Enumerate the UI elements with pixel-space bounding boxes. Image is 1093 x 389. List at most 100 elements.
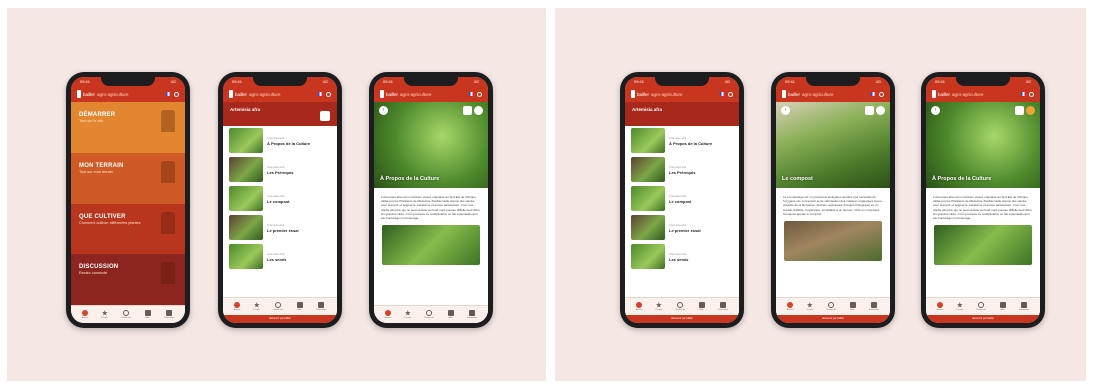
tab-aide[interactable]: Aide: [144, 310, 151, 319]
brand[interactable]: bailler agro-agriculture: [229, 90, 281, 98]
tab-accueil[interactable]: Accueil: [82, 310, 88, 319]
home-icon[interactable]: [320, 111, 330, 121]
status-signal: 4G: [473, 79, 479, 84]
tab-aide[interactable]: Aide: [296, 302, 303, 311]
tab-parametres[interactable]: Paramètres: [164, 310, 174, 319]
item-meta: Artemisia afra: [669, 251, 687, 256]
list-item[interactable]: Artemisia afra À Propos de la Culture: [223, 126, 337, 155]
back-button[interactable]: ‹: [931, 106, 940, 115]
detail-screen: 09:41 4G bailler agro-agriculture ‹ À Prop…: [926, 77, 1040, 323]
tab-accueil[interactable]: Accueil: [636, 302, 642, 311]
language-flag-icon[interactable]: [720, 92, 725, 96]
brand[interactable]: bailler agro-agriculture: [77, 90, 129, 98]
tab-recherche[interactable]: Recherche: [826, 302, 836, 311]
tab-parametres[interactable]: Paramètres: [718, 302, 728, 311]
home-icon: [233, 302, 240, 308]
language-flag-icon[interactable]: [469, 92, 474, 96]
gallery-icon[interactable]: [865, 106, 874, 115]
language-flag-icon[interactable]: [871, 92, 876, 96]
item-thumbnail: [229, 128, 263, 153]
brand-name: bailler: [788, 91, 801, 97]
tab-favoris[interactable]: Favoris: [806, 302, 814, 311]
favorite-icon[interactable]: [1026, 106, 1035, 115]
settings-icon[interactable]: [728, 91, 733, 97]
language-flag-icon[interactable]: [1021, 92, 1026, 96]
item-meta: Artemisia afra: [669, 193, 687, 198]
list-item[interactable]: Artemisia afra Le compost: [625, 184, 739, 213]
list-item[interactable]: Artemisia afra Les semis: [223, 242, 337, 271]
hero-image: ‹ À Propos de la Culture: [374, 102, 488, 188]
chat-illustration-icon: [161, 262, 175, 285]
item-title: Les semis: [267, 256, 287, 262]
list-item[interactable]: Artemisia afra Les Prérequis: [625, 155, 739, 184]
tab-recherche[interactable]: Recherche: [675, 302, 685, 311]
tab-bar: Accueil Favoris Recherche Aide Paramètre…: [625, 297, 739, 315]
language-flag-icon[interactable]: [166, 92, 171, 96]
menu-discussion[interactable]: DISCUSSION Restez connecté: [71, 254, 185, 305]
tab-accueil[interactable]: Accueil: [234, 302, 240, 311]
status-signal: 4G: [875, 79, 881, 84]
tab-accueil[interactable]: Accueil: [787, 302, 793, 311]
back-button[interactable]: ‹: [379, 106, 388, 115]
list-item[interactable]: Artemisia afra Le premier essai: [223, 213, 337, 242]
notch: [101, 77, 155, 86]
list-item[interactable]: Artemisia afra À Propos de la Culture: [625, 126, 739, 155]
menu-mon-terrain[interactable]: MON TERRAIN Tout sur mon terrain: [71, 152, 185, 204]
settings-icon[interactable]: [477, 91, 482, 97]
tab-aide[interactable]: Aide: [447, 310, 454, 319]
brand[interactable]: bailler agro-agriculture: [782, 90, 834, 98]
tab-aide[interactable]: Aide: [999, 302, 1006, 311]
settings-icon[interactable]: [879, 91, 884, 97]
tab-label: Favoris: [806, 309, 814, 311]
list-item[interactable]: Artemisia afra Le premier essai: [625, 213, 739, 242]
calendar-icon: [849, 302, 856, 308]
tab-favoris[interactable]: Favoris: [404, 310, 411, 319]
gallery-icon[interactable]: [1015, 106, 1024, 115]
list-content: Artemisia afra Artemisia afra À Propos de…: [223, 102, 337, 297]
settings-icon[interactable]: [1029, 91, 1034, 97]
tab-parametres[interactable]: Paramètres: [869, 302, 879, 311]
tab-recherche[interactable]: Recherche: [273, 302, 283, 311]
status-signal: 4G: [322, 79, 328, 84]
tab-parametres[interactable]: Paramètres: [316, 302, 326, 311]
tab-recherche[interactable]: Recherche: [424, 310, 434, 319]
article-photo: [784, 221, 882, 262]
gallery-icon[interactable]: [463, 106, 472, 115]
tab-parametres[interactable]: Paramètres: [467, 310, 477, 319]
settings-icon[interactable]: [326, 91, 331, 97]
gear-icon: [1021, 302, 1028, 308]
brand[interactable]: bailler agro-agriculture: [380, 90, 432, 98]
favorite-icon[interactable]: [876, 106, 885, 115]
status-time: 09:41: [634, 79, 645, 84]
tab-favoris[interactable]: Favoris: [102, 310, 108, 319]
menu-que-cultiver[interactable]: QUE CULTIVER Comment cultiver différentes…: [71, 203, 185, 255]
tab-recherche[interactable]: Recherche: [976, 302, 986, 311]
brand-name: bailler: [235, 91, 248, 97]
tab-aide[interactable]: Aide: [698, 302, 705, 311]
list-item[interactable]: Artemisia afra Le compost: [223, 184, 337, 213]
tab-recherche[interactable]: Recherche: [121, 310, 131, 319]
back-button[interactable]: ‹: [781, 106, 790, 115]
settings-icon[interactable]: [174, 91, 179, 97]
brand[interactable]: bailler agro-agriculture: [932, 90, 984, 98]
tab-aide[interactable]: Aide: [849, 302, 856, 311]
menu-demarrer[interactable]: DÉMARRER Tout sur le site: [71, 102, 185, 153]
tab-accueil[interactable]: Accueil: [385, 310, 391, 319]
tab-favoris[interactable]: Favoris: [656, 302, 662, 311]
list-item[interactable]: Artemisia afra Les Prérequis: [223, 155, 337, 184]
tab-accueil[interactable]: Accueil: [937, 302, 943, 311]
brand[interactable]: bailler agro-agriculture: [631, 90, 683, 98]
tab-label: Paramètres: [466, 317, 478, 319]
star-icon: [404, 310, 411, 316]
tab-favoris[interactable]: Favoris: [957, 302, 963, 311]
brand-sub: agro-agriculture: [651, 91, 683, 97]
hero-title: Le compost: [782, 176, 813, 182]
tab-parametres[interactable]: Paramètres: [1019, 302, 1029, 311]
tab-favoris[interactable]: Favoris: [254, 302, 260, 311]
list-item[interactable]: Artemisia afra Les semis: [625, 242, 739, 271]
favorite-icon[interactable]: [474, 106, 483, 115]
list-screen: 09:41 4G bailler agro-agriculture Artemisi…: [223, 77, 337, 323]
app-bar: bailler agro-agriculture: [926, 86, 1040, 102]
home-icon: [635, 302, 642, 308]
language-flag-icon[interactable]: [318, 92, 323, 96]
